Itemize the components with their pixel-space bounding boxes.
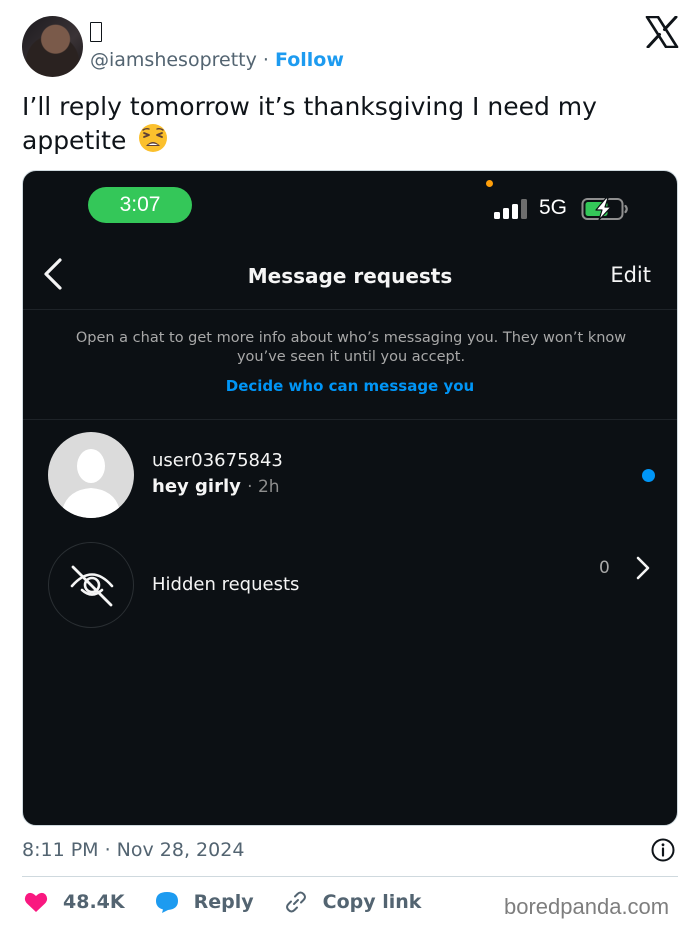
screen-title: Message requests <box>247 264 453 288</box>
request-message-row[interactable]: hey girly · 2h <box>152 475 280 499</box>
tweet-actions: 48.4K Reply Copy link <box>24 887 451 917</box>
unread-indicator <box>642 469 655 482</box>
reply-label: Reply <box>193 891 254 913</box>
like-button[interactable]: 48.4K <box>24 891 125 913</box>
default-avatar-icon <box>61 449 121 518</box>
copy-link-label: Copy link <box>322 891 422 913</box>
reply-bubble-icon <box>155 892 178 913</box>
signal-icon <box>494 199 527 219</box>
eye-slash-icon <box>70 565 114 607</box>
hidden-requests-count: 0 <box>599 558 610 578</box>
heart-icon <box>24 892 48 912</box>
tweet-text: I’ll reply tomorrow it’s thanksgiving I … <box>22 91 662 157</box>
handle-separator: · <box>262 49 269 71</box>
info-divider <box>23 419 677 420</box>
hidden-requests-icon-wrap[interactable] <box>48 542 134 628</box>
author-handle[interactable]: @iamshesopretty <box>90 49 257 71</box>
decide-who-can-message-link[interactable]: Decide who can message you <box>23 376 677 396</box>
footer-divider <box>22 876 678 877</box>
hidden-requests-label[interactable]: Hidden requests <box>152 573 299 597</box>
tweet-body: I’ll reply tomorrow it’s thanksgiving I … <box>22 92 597 155</box>
copy-link-button[interactable]: Copy link <box>284 890 422 914</box>
request-message-preview: hey girly <box>152 476 241 497</box>
source-watermark: boredpanda.com <box>504 894 670 919</box>
request-time: · 2h <box>247 477 280 497</box>
network-type: 5G <box>539 196 568 219</box>
header-divider <box>23 309 677 310</box>
handle-row: @iamshesopretty · Follow <box>90 47 344 73</box>
request-username[interactable]: user03675843 <box>152 449 283 473</box>
author-avatar[interactable] <box>22 16 83 77</box>
edit-button[interactable]: Edit <box>610 262 651 288</box>
follow-button[interactable]: Follow <box>275 49 344 71</box>
weary-face-icon <box>139 124 168 152</box>
author-name[interactable] <box>90 22 102 42</box>
chevron-right-icon[interactable] <box>635 555 651 581</box>
battery-charging-icon <box>581 197 628 221</box>
requests-info-text: Open a chat to get more info about who’s… <box>75 330 627 365</box>
link-icon <box>285 891 306 913</box>
info-icon[interactable] <box>651 838 675 862</box>
tweet-timestamp[interactable]: 8:11 PM · Nov 28, 2024 <box>22 837 244 863</box>
like-count: 48.4K <box>63 891 125 913</box>
x-logo-icon[interactable] <box>645 16 679 48</box>
privacy-indicator-dot <box>486 180 493 187</box>
request-avatar[interactable] <box>48 432 134 518</box>
status-time: 3:07 <box>88 187 192 223</box>
reply-button[interactable]: Reply <box>155 891 254 913</box>
embedded-screenshot: 3:07 5G Message requests Edit Open a cha… <box>22 170 678 826</box>
